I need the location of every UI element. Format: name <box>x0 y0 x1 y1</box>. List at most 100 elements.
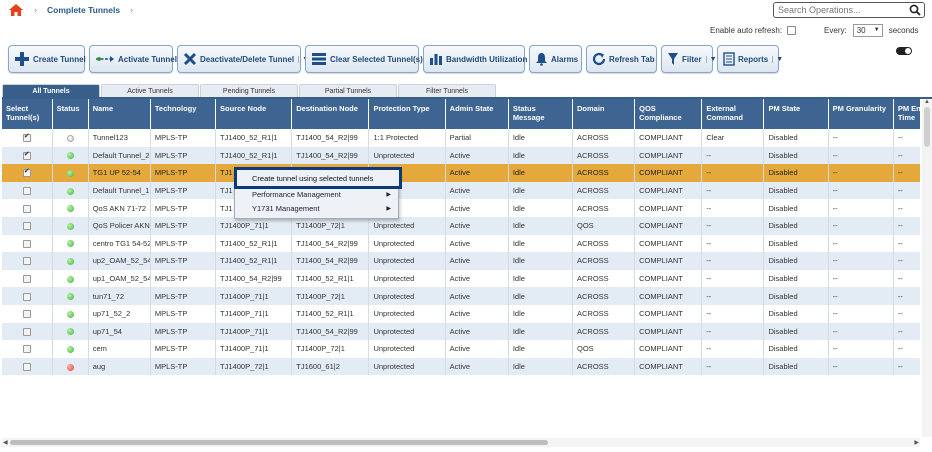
row-select-checkbox[interactable] <box>22 222 31 231</box>
scroll-right-arrow-icon[interactable]: ▶ <box>914 439 919 446</box>
row-select-checkbox[interactable] <box>22 132 31 143</box>
cell-end: -- <box>893 269 920 288</box>
activate-tunnel-button[interactable]: Activate Tunnel <box>89 45 177 73</box>
table-row[interactable]: TG1 UP 52-54MPLS-TPTJ1ctedActiveIdleACRO… <box>2 164 920 182</box>
column-header[interactable]: Select Tunnel(s) <box>2 99 53 129</box>
tab-active-tunnels[interactable]: Active Tunnels <box>101 84 199 97</box>
status-cell <box>52 304 89 323</box>
clear-selected-tunnels-button[interactable]: Clear Selected Tunnel(s) <box>305 45 423 73</box>
create-tunnel-button[interactable]: Create Tunnel <box>8 45 86 73</box>
clear-selected-label: Clear Selected Tunnel(s) <box>330 54 423 64</box>
search-icon[interactable] <box>909 4 921 16</box>
alarms-button[interactable]: Alarms <box>529 45 582 73</box>
row-select-checkbox[interactable] <box>22 292 31 301</box>
horizontal-scrollbar[interactable]: ◀ ▶ <box>2 438 920 447</box>
select-cell <box>2 181 53 200</box>
column-header[interactable]: PM End Time <box>893 99 920 129</box>
column-header[interactable]: Status Message <box>508 99 573 129</box>
cell-gran: -- <box>828 216 894 235</box>
filter-button[interactable]: Filter ▼ <box>661 45 717 73</box>
search-input[interactable] <box>778 5 903 15</box>
vertical-scroll-thumb[interactable] <box>924 107 930 147</box>
cell-name: up1_OAM_52_54 <box>88 269 151 288</box>
column-header[interactable]: Technology <box>150 99 217 129</box>
table-row[interactable]: Default Tunnel_2MPLS-TPTJ1400_52_R1|1TJ1… <box>2 146 920 165</box>
cell-prot: Unprotected <box>368 304 446 323</box>
horizontal-scroll-thumb[interactable] <box>10 440 548 445</box>
chevron-down-icon[interactable]: ▼ <box>772 55 783 63</box>
status-cell <box>52 252 89 270</box>
chevron-down-icon[interactable]: ▼ <box>705 55 717 63</box>
vertical-scrollbar[interactable]: ▲ <box>922 99 932 437</box>
column-header[interactable]: PM Granularity <box>828 99 894 129</box>
table-row[interactable]: aug MPLS-TP TJ1400P_72|1 TJ1600_61|2 Unprote… <box>2 357 920 376</box>
breadcrumb-current[interactable]: Complete Tunnels <box>47 5 120 15</box>
refresh-interval-select[interactable]: 30 ▼ <box>852 23 883 37</box>
column-header[interactable]: Admin State <box>445 99 509 129</box>
deactivate-delete-tunnel-button[interactable]: Deactivate/Delete Tunnel ▼ <box>177 45 309 73</box>
row-select-checkbox[interactable] <box>22 150 31 160</box>
table-row[interactable]: Default Tunnel_1MPLS-TPTJ1ctedActiveIdle… <box>2 181 920 200</box>
cell-admin: Partial <box>445 129 509 147</box>
row-select-checkbox[interactable] <box>22 167 31 178</box>
table-row[interactable]: up2_OAM_52_54 MPLS-TP TJ1400_52_R1|1 TJ1400… <box>2 252 920 270</box>
column-header[interactable]: Protection Type <box>368 99 446 129</box>
create-tunnel-from-selected-item[interactable]: Create tunnel using selected tunnels <box>234 167 402 189</box>
table-row[interactable]: Tunnel123MPLS-TPTJ1400_52_R1|1TJ1400_54_… <box>2 129 920 147</box>
table-row[interactable]: cem MPLS-TP TJ1400P_71|1 TJ1400P_72|1 Unprot… <box>2 340 920 358</box>
cell-gran: -- <box>828 181 894 200</box>
row-select-checkbox[interactable] <box>22 363 31 372</box>
column-header[interactable]: Domain <box>572 99 636 129</box>
table-row[interactable]: QoS Policer AKN MPLS-TP TJ1400P_71|1 TJ1400… <box>2 216 920 235</box>
search-box <box>773 2 925 18</box>
toolbar: Create Tunnel Activate Tunnel Deactivate… <box>8 45 783 73</box>
tab-partial-tunnels[interactable]: Partial Tunnels <box>299 84 397 97</box>
cell-admin: Active <box>445 287 509 305</box>
column-header[interactable]: PM State <box>763 99 829 129</box>
column-header[interactable]: Source Node <box>215 99 293 129</box>
reports-button[interactable]: Reports ▼ <box>717 45 783 73</box>
tab-filter-tunnels[interactable]: Filter Tunnels <box>398 84 496 97</box>
page: › Complete Tunnels › Enable auto refresh… <box>0 0 932 452</box>
home-icon[interactable] <box>8 3 24 17</box>
column-header[interactable]: External Command <box>701 99 765 129</box>
submenu-arrow-icon: ▶ <box>386 206 391 212</box>
column-header[interactable]: Name <box>88 99 151 129</box>
status-green-dot-icon <box>66 293 74 301</box>
status-cell <box>52 216 89 235</box>
row-select-checkbox[interactable] <box>22 310 31 319</box>
cell-name: Default Tunnel_1 <box>88 181 151 200</box>
cell-domain: ACROSS <box>572 304 636 323</box>
tab-all-tunnels[interactable]: All Tunnels <box>2 84 100 97</box>
row-select-checkbox[interactable] <box>22 204 31 213</box>
cell-src: TJ1400_54_R2|99 <box>215 269 293 288</box>
cell-domain: ACROSS <box>572 199 636 217</box>
cell-pm: Disabled <box>763 181 829 200</box>
table-row[interactable]: QoS AKN 71-72MPLS-TPTJ1ectedActiveIdleAC… <box>2 199 920 217</box>
column-header[interactable]: Destination Node <box>291 99 370 129</box>
scroll-left-arrow-icon[interactable]: ◀ <box>3 439 8 446</box>
table-row[interactable]: up71_54 MPLS-TP TJ1400P_71|1 TJ1400_54_R2|9… <box>2 322 920 341</box>
row-select-checkbox[interactable] <box>22 275 31 284</box>
refresh-tab-button[interactable]: Refresh Tab <box>586 45 657 73</box>
cell-end: -- <box>893 340 920 358</box>
row-select-checkbox[interactable] <box>22 187 31 196</box>
row-select-checkbox[interactable] <box>22 327 31 336</box>
bandwidth-utilization-button[interactable]: Bandwidth Utilization <box>423 45 527 73</box>
view-toggle[interactable] <box>896 47 912 55</box>
context-menu-item-y1731[interactable]: Y1731 Management ▶ <box>235 201 398 216</box>
table-row[interactable]: centro TG1 54-52 MPLS-TP TJ1400_52_R1|1 TJ1… <box>2 234 920 253</box>
context-menu-item-performance[interactable]: Performance Management ▶ <box>235 187 398 201</box>
scroll-up-arrow-icon[interactable]: ▲ <box>924 99 930 105</box>
column-header[interactable]: QOS Compliance <box>634 99 703 129</box>
column-header[interactable]: Status <box>52 99 89 129</box>
row-select-checkbox[interactable] <box>22 257 31 266</box>
table-row[interactable]: tun71_72 MPLS-TP TJ1400P_71|1 TJ1400P_72|1 U… <box>2 287 920 305</box>
table-row[interactable]: up71_52_2 MPLS-TP TJ1400P_71|1 TJ1400_52_R1… <box>2 304 920 323</box>
row-select-checkbox[interactable] <box>22 345 31 354</box>
tab-pending-tunnels[interactable]: Pending Tunnels <box>200 84 298 97</box>
cell-tech: MPLS-TP <box>150 234 217 253</box>
row-select-checkbox[interactable] <box>22 239 31 248</box>
table-row[interactable]: up1_OAM_52_54 MPLS-TP TJ1400_54_R2|99 TJ140… <box>2 269 920 288</box>
auto-refresh-checkbox[interactable] <box>787 25 797 35</box>
